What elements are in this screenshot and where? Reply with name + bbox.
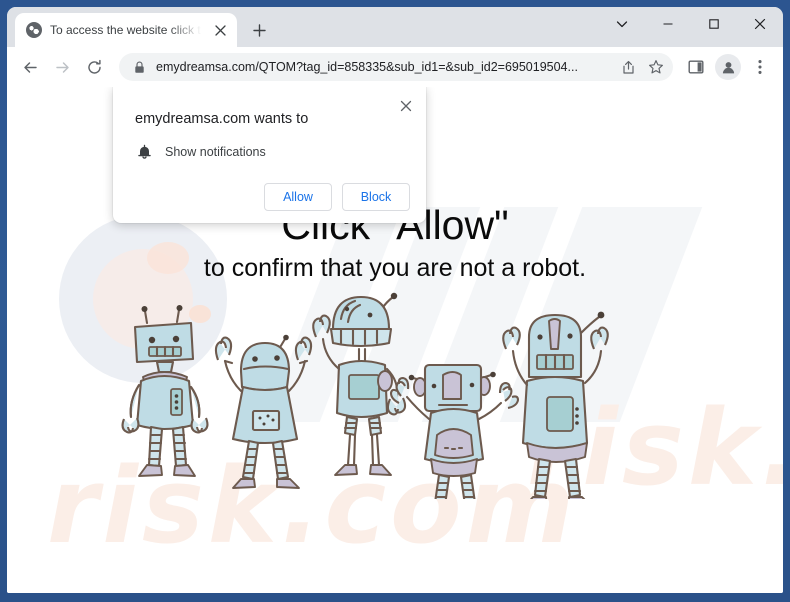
side-panel-icon[interactable]: [681, 52, 711, 82]
tab-search-icon[interactable]: [599, 7, 645, 41]
browser-window: To access the website click the "A: [7, 7, 783, 593]
minimize-icon[interactable]: [645, 7, 691, 41]
robots-illustration: .bo { fill:none; stroke:#6d5a4e; stroke-…: [7, 289, 783, 499]
tab-strip: To access the website click the "A: [7, 7, 783, 47]
window-controls: [599, 7, 783, 41]
address-bar[interactable]: emydreamsa.com/QTOM?tag_id=858335&sub_id…: [119, 53, 673, 81]
close-icon[interactable]: [396, 96, 416, 116]
forward-icon[interactable]: [47, 52, 77, 82]
star-icon[interactable]: [643, 54, 669, 80]
notification-permission-dialog: emydreamsa.com wants to Show notificatio…: [113, 87, 426, 223]
new-tab-button[interactable]: [245, 16, 273, 44]
back-icon[interactable]: [15, 52, 45, 82]
os-window-frame: To access the website click the "A: [0, 0, 790, 602]
permission-label: Show notifications: [165, 145, 266, 159]
permission-row: Show notifications: [135, 143, 410, 161]
close-window-icon[interactable]: [737, 7, 783, 41]
browser-menu-icon[interactable]: [745, 52, 775, 82]
robot-5: [502, 311, 609, 499]
robot-3: [312, 292, 407, 476]
browser-toolbar: emydreamsa.com/QTOM?tag_id=858335&sub_id…: [7, 47, 783, 87]
block-button[interactable]: Block: [342, 183, 410, 211]
maximize-icon[interactable]: [691, 7, 737, 41]
globe-icon: [26, 22, 42, 38]
allow-button[interactable]: Allow: [264, 183, 332, 211]
close-icon[interactable]: [211, 21, 229, 39]
browser-tab-active[interactable]: To access the website click the "A: [15, 13, 237, 47]
robot-4: [389, 363, 520, 499]
robot-1: [121, 305, 209, 477]
omnibox-actions: [615, 54, 669, 80]
profile-avatar[interactable]: [715, 54, 741, 80]
share-icon[interactable]: [615, 54, 641, 80]
page-content: risk.com risk.com Click "Allow" to confi…: [7, 87, 783, 593]
dialog-actions: Allow Block: [135, 183, 410, 211]
tab-title: To access the website click the "A: [50, 23, 203, 37]
reload-icon[interactable]: [79, 52, 109, 82]
url-text: emydreamsa.com/QTOM?tag_id=858335&sub_id…: [156, 60, 578, 74]
lock-icon: [131, 59, 147, 75]
headline-secondary: to confirm that you are not a robot.: [203, 254, 587, 282]
robot-2: [214, 334, 313, 489]
dialog-title: emydreamsa.com wants to: [135, 111, 309, 127]
bell-icon: [135, 143, 153, 161]
